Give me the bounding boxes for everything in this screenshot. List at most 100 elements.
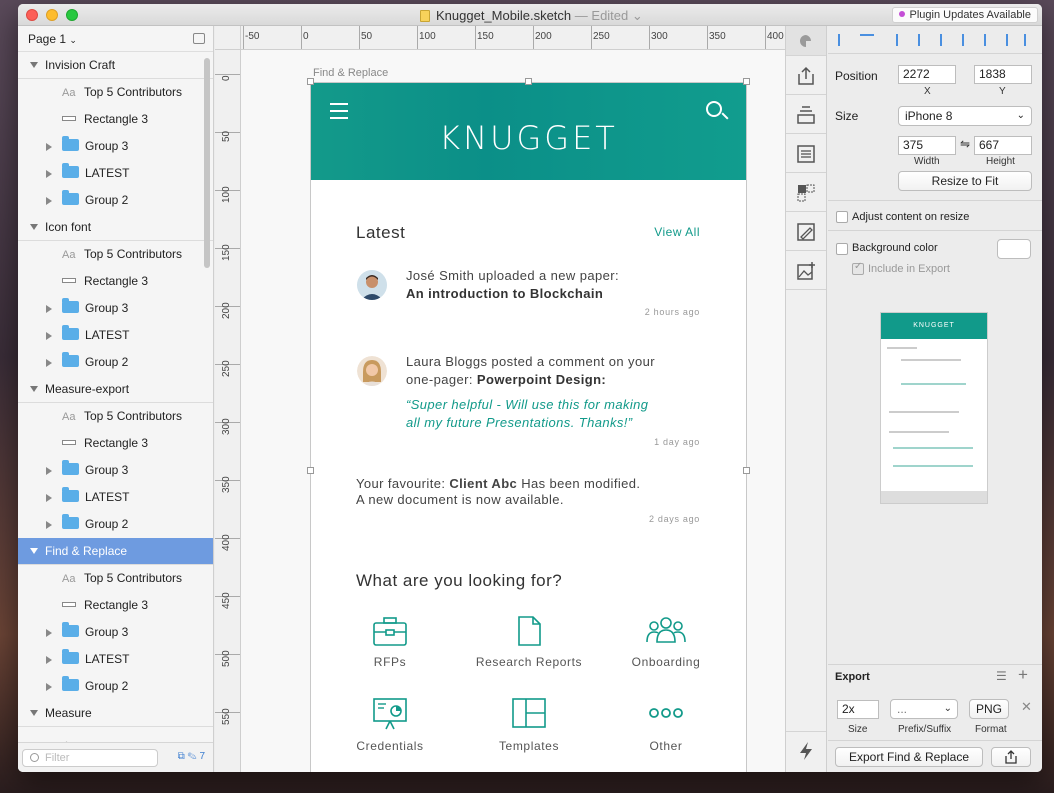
disclosure-triangle-icon[interactable]	[46, 197, 52, 205]
canvas[interactable]: -50 0 50 100 150 200 250 300 350 400 0 50 100 150 200…	[215, 26, 785, 772]
y-position-field[interactable]: 1838	[974, 65, 1032, 84]
window-title[interactable]: Knugget_Mobile.sketch — Edited ⌄	[420, 8, 643, 24]
height-field[interactable]: 667	[974, 136, 1032, 155]
ruler-top[interactable]: -50 0 50 100 150 200 250 300 350 400	[241, 26, 785, 50]
artboard-layer[interactable]: Invision Craft	[18, 52, 213, 79]
layer-item[interactable]: Rectangle 3	[18, 430, 213, 457]
align-left-icon[interactable]	[838, 34, 849, 46]
disclosure-triangle-icon[interactable]	[46, 521, 52, 529]
artboard-layer[interactable]: Measure	[18, 700, 213, 727]
stack-tab-icon[interactable]	[786, 96, 826, 134]
layer-item[interactable]: Rectangle 3	[18, 268, 213, 295]
align-bottom-icon[interactable]	[1006, 34, 1017, 46]
disclosure-triangle-icon[interactable]	[30, 710, 38, 716]
disclosure-triangle-icon[interactable]	[30, 548, 38, 554]
share-tab-icon[interactable]	[786, 57, 826, 95]
disclosure-triangle-icon[interactable]	[46, 305, 52, 313]
copy-icon[interactable]: ⧉	[178, 751, 185, 762]
minimize-window-button[interactable]	[46, 9, 58, 21]
align-top-icon[interactable]	[962, 34, 973, 46]
selection-handle[interactable]	[307, 467, 314, 474]
align-middle-icon[interactable]	[984, 34, 995, 46]
disclosure-triangle-icon[interactable]	[46, 143, 52, 151]
layer-item[interactable]: LATEST	[18, 322, 213, 349]
layer-item[interactable]: Group 2	[18, 187, 213, 214]
disclosure-triangle-icon[interactable]	[30, 224, 38, 230]
list-tab-icon[interactable]	[786, 135, 826, 173]
align-bottom-edge-icon[interactable]	[1024, 34, 1035, 46]
resize-to-fit-button[interactable]: Resize to Fit	[898, 171, 1032, 191]
collapse-pages-icon[interactable]	[193, 33, 205, 44]
remove-export-icon[interactable]: ✕	[1021, 699, 1032, 715]
link-dimensions-icon[interactable]: ⇋	[960, 137, 970, 151]
layer-item[interactable]: Group 2	[18, 511, 213, 538]
selection-handle[interactable]	[743, 78, 750, 85]
layer-item[interactable]: LATEST	[18, 646, 213, 673]
layer-item[interactable]: Rectangle 3	[18, 106, 213, 133]
x-position-field[interactable]: 2272	[898, 65, 956, 84]
size-preset-select[interactable]: iPhone 8 ⌄	[898, 106, 1032, 126]
disclosure-triangle-icon[interactable]	[46, 332, 52, 340]
align-center-icon[interactable]	[918, 34, 929, 46]
layer-item[interactable]: Group 2	[18, 673, 213, 700]
layer-item[interactable]: Rectangle 3	[18, 592, 213, 619]
disclosure-triangle-icon[interactable]	[46, 359, 52, 367]
selection-handle[interactable]	[525, 78, 532, 85]
add-export-icon[interactable]: +	[1018, 665, 1028, 685]
layer-item[interactable]: Aa Top 5 Contributors	[18, 565, 213, 592]
filter-input[interactable]: Filter	[22, 749, 158, 767]
export-scale-field[interactable]: 2x	[837, 700, 879, 719]
share-export-button[interactable]	[991, 747, 1031, 767]
layer-item[interactable]: Aa Top 5 Contributors	[18, 241, 213, 268]
zoom-window-button[interactable]	[66, 9, 78, 21]
disclosure-triangle-icon[interactable]	[46, 683, 52, 691]
width-field[interactable]: 375	[898, 136, 956, 155]
align-right-icon[interactable]	[940, 34, 951, 46]
artboard-find-replace[interactable]: KNUGGET Latest View All José Smith uploa…	[310, 82, 747, 772]
layer-item[interactable]: Aa Top 5 Contributors	[18, 79, 213, 106]
layer-footer-tools[interactable]: ⧉ ✎ 7	[178, 751, 205, 762]
export-find-replace-button[interactable]: Export Find & Replace	[835, 747, 983, 767]
disclosure-triangle-icon[interactable]	[46, 656, 52, 664]
disclosure-triangle-icon[interactable]	[46, 629, 52, 637]
layer-item[interactable]: LATEST	[18, 484, 213, 511]
artboard-layer[interactable]: Icon font	[18, 214, 213, 241]
plugin-updates-badge[interactable]: Plugin Updates Available	[891, 7, 1038, 23]
artboard-label[interactable]: Find & Replace	[313, 67, 388, 79]
layer-item[interactable]: LATEST	[18, 160, 213, 187]
export-format-button[interactable]: PNG	[969, 699, 1009, 719]
background-color-checkbox[interactable]	[836, 243, 848, 255]
distribute-icon[interactable]	[860, 34, 874, 46]
include-in-export-checkbox[interactable]	[852, 261, 864, 275]
disclosure-triangle-icon[interactable]	[30, 386, 38, 392]
disclosure-triangle-icon[interactable]	[46, 170, 52, 178]
disclosure-triangle-icon[interactable]	[30, 62, 38, 68]
export-settings-icon[interactable]: ☰	[996, 669, 1007, 683]
adjust-content-checkbox[interactable]	[836, 211, 848, 223]
background-color-swatch[interactable]	[997, 239, 1031, 259]
layer-item[interactable]: Group 3	[18, 133, 213, 160]
align-left-edge-icon[interactable]	[896, 34, 907, 46]
artboard-layer[interactable]: Find & Replace	[18, 538, 213, 565]
disclosure-triangle-icon[interactable]	[46, 467, 52, 475]
layer-item[interactable]: Group 2	[18, 349, 213, 376]
edit-tab-icon[interactable]	[786, 213, 826, 251]
layer-item[interactable]: Aa Top 5 Contributors	[18, 403, 213, 430]
style-tab-icon[interactable]	[786, 26, 826, 56]
selection-handle[interactable]	[743, 467, 750, 474]
page-selector[interactable]: Page 1 ⌄	[18, 26, 213, 52]
lightning-icon[interactable]	[786, 731, 826, 769]
symbol-tab-icon[interactable]	[786, 174, 826, 212]
layer-item[interactable]: Group 3	[18, 295, 213, 322]
image-tab-icon[interactable]	[786, 252, 826, 290]
ruler-left[interactable]: 0 50 100 150 200 250 300 350 400 450 500 550	[215, 50, 241, 772]
layer-item[interactable]: Group 3	[18, 457, 213, 484]
layers-scrollbar[interactable]	[204, 58, 210, 268]
disclosure-triangle-icon[interactable]	[46, 494, 52, 502]
layer-item[interactable]: Group 3	[18, 619, 213, 646]
selection-handle[interactable]	[307, 78, 314, 85]
export-suffix-select[interactable]: ... ⌄	[890, 699, 958, 719]
artboard-layer[interactable]: Measure-export	[18, 376, 213, 403]
close-window-button[interactable]	[26, 9, 38, 21]
pen-icon[interactable]: ✎	[188, 751, 197, 762]
